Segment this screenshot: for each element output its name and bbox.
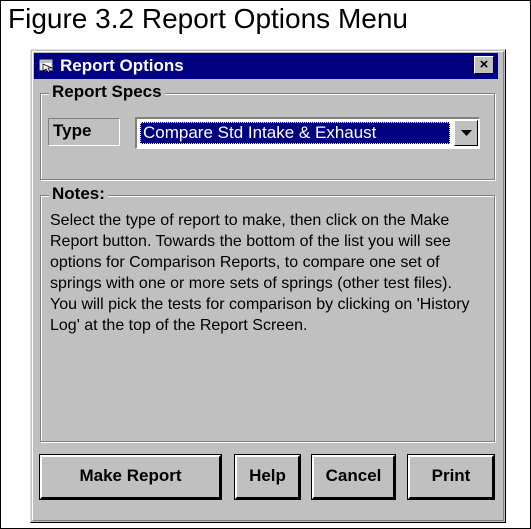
report-specs-legend: Report Specs: [49, 82, 165, 102]
cancel-button[interactable]: Cancel: [312, 455, 395, 499]
notes-text: Select the type of report to make, then …: [50, 212, 470, 334]
print-button[interactable]: Print: [408, 455, 494, 499]
dropdown-button[interactable]: [454, 120, 478, 146]
window-title: Report Options: [60, 56, 184, 75]
notes-legend: Notes:: [49, 184, 108, 204]
report-type-value[interactable]: Compare Std Intake & Exhaust: [140, 122, 450, 144]
close-button[interactable]: ×: [474, 56, 494, 74]
window-app-icon: [39, 59, 53, 73]
notes-group: Notes: Select the type of report to make…: [40, 184, 495, 442]
make-report-button[interactable]: Make Report: [40, 455, 221, 499]
help-button[interactable]: Help: [235, 455, 300, 499]
close-icon: ×: [479, 56, 489, 73]
title-bar[interactable]: Report Options ×: [34, 53, 498, 79]
report-specs-group: Report Specs Type Compare Std Intake & E…: [40, 82, 495, 180]
report-type-select[interactable]: Compare Std Intake & Exhaust: [135, 117, 480, 149]
figure-caption: Figure 3.2 Report Options Menu: [8, 3, 408, 34]
report-options-window: Report Options × Report Specs Type Compa…: [30, 49, 506, 523]
chevron-down-icon: [461, 130, 472, 136]
type-label: Type: [48, 118, 120, 146]
